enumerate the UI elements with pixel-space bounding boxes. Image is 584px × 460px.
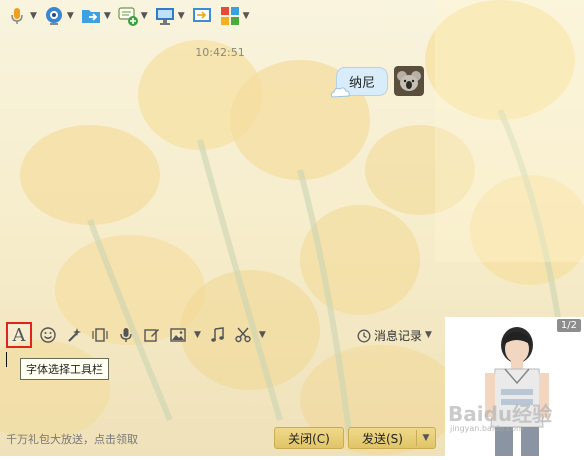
- send-options-dropdown[interactable]: ▼: [417, 433, 435, 443]
- chevron-down-icon[interactable]: ▼: [67, 11, 74, 21]
- show-avatar-panel: 1/2: [445, 317, 584, 456]
- smiley-icon: [40, 327, 56, 343]
- promo-link[interactable]: 千万礼包大放送，点击领取: [6, 431, 138, 447]
- send-image-button[interactable]: [168, 325, 188, 345]
- watermark: Baidu经验: [448, 402, 553, 426]
- magic-expression-button[interactable]: [64, 325, 84, 345]
- screenshot-button[interactable]: [233, 325, 253, 345]
- message-row: 纳尼: [330, 66, 424, 98]
- chevron-down-icon[interactable]: ▼: [259, 330, 266, 340]
- message-bubble[interactable]: 纳尼: [330, 66, 388, 98]
- add-chat-icon: [118, 7, 138, 26]
- scissors-icon: [235, 327, 251, 343]
- send-button[interactable]: 发送(S) ▼: [348, 427, 436, 449]
- avatar-figure[interactable]: [445, 317, 584, 456]
- font-toolbar-tooltip: 字体选择工具栏: [20, 358, 109, 380]
- chevron-down-icon[interactable]: ▼: [104, 11, 111, 21]
- music-note-icon: [211, 327, 224, 342]
- magic-wand-icon: [68, 328, 81, 342]
- chevron-down-icon: ▼: [425, 330, 432, 340]
- remote-desktop-icon: [155, 8, 174, 25]
- chevron-down-icon[interactable]: ▼: [243, 11, 250, 21]
- watermark-subtext: jingyan.baidu.com: [450, 424, 524, 433]
- message-timestamp: 10:42:51: [195, 46, 245, 59]
- remote-desktop-button[interactable]: ▼: [154, 2, 185, 30]
- message-history-label: 消息记录: [374, 329, 423, 343]
- microphone-icon: [11, 8, 23, 24]
- emoji-button[interactable]: [38, 325, 58, 345]
- image-icon: [170, 328, 186, 342]
- chevron-down-icon[interactable]: ▼: [141, 11, 148, 21]
- webcam-icon: [45, 7, 62, 25]
- graffiti-button[interactable]: [142, 325, 162, 345]
- clock-icon: [357, 329, 371, 342]
- voice-message-button[interactable]: [116, 325, 136, 345]
- top-toolbar: ▼ ▼ ▼ ▼ ▼ ▼: [0, 0, 330, 32]
- screen-share-icon: [192, 8, 211, 22]
- chevron-down-icon[interactable]: ▼: [30, 11, 37, 21]
- avatar[interactable]: [394, 66, 424, 96]
- music-button[interactable]: [207, 325, 227, 345]
- chevron-down-icon[interactable]: ▼: [194, 330, 201, 340]
- edit-icon: [144, 329, 159, 342]
- close-button[interactable]: 关闭(C): [274, 427, 344, 449]
- voice-call-button[interactable]: ▼: [6, 2, 37, 30]
- shake-window-icon: [92, 328, 108, 342]
- apps-icon: [220, 7, 239, 25]
- microphone-icon: [120, 328, 132, 342]
- right-info-panel: [435, 0, 584, 262]
- send-file-icon: [81, 10, 100, 23]
- screen-share-button[interactable]: [191, 2, 213, 30]
- video-call-button[interactable]: ▼: [43, 2, 74, 30]
- page-indicator[interactable]: 1/2: [556, 319, 581, 332]
- cloud-decoration-icon: [330, 86, 350, 98]
- font-toolbar-button[interactable]: A: [6, 322, 32, 348]
- chevron-down-icon[interactable]: ▼: [178, 11, 185, 21]
- shake-window-button[interactable]: [90, 325, 110, 345]
- text-cursor: [6, 352, 7, 367]
- send-button-label[interactable]: 发送(S): [349, 430, 416, 447]
- send-file-button[interactable]: ▼: [80, 2, 111, 30]
- message-history-button[interactable]: 消息记录 ▼: [357, 327, 432, 344]
- message-text: 纳尼: [348, 75, 375, 91]
- apps-button[interactable]: ▼: [219, 2, 250, 30]
- add-chat-button[interactable]: ▼: [117, 2, 148, 30]
